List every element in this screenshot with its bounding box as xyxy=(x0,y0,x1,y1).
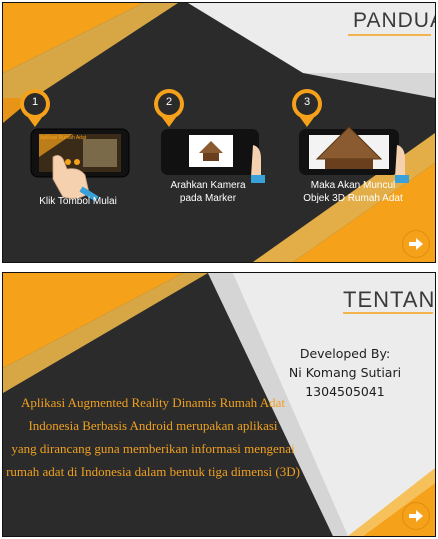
step-3: 3 xyxy=(287,87,417,187)
tentang-next-button[interactable] xyxy=(403,503,429,529)
description-line-4: rumah adat di Indonesia dalam bentuk tig… xyxy=(6,464,300,479)
description-line-2: Indonesia Berbasis Android merupakan apl… xyxy=(28,418,278,433)
panduan-panel: PANDUAN 1 Aplikasi Rumah Adat Klik Tombo… xyxy=(2,2,436,263)
tentang-title: TENTANG xyxy=(343,287,436,312)
step-3-number: 3 xyxy=(303,96,311,108)
step-3-label-line-2: Objek 3D Rumah Adat xyxy=(303,193,403,204)
arrow-right-icon xyxy=(409,238,423,250)
developer-heading: Developed By: xyxy=(299,346,391,361)
developer-name: Ni Komang Sutiari xyxy=(288,365,402,380)
step-1-label-line-1: Klik Tombol Mulai xyxy=(39,196,117,207)
description-line-3: yang dirancang guna memberikan informasi… xyxy=(11,441,295,456)
panduan-title: PANDUAN xyxy=(353,9,435,32)
arrow-right-icon xyxy=(409,510,423,522)
panduan-next-button[interactable] xyxy=(403,231,429,257)
step-2-label-line-1: Arahkan Kamera xyxy=(170,180,246,191)
step-2-number: 2 xyxy=(165,96,173,108)
step-3-label-line-1: Maka Akan Muncul xyxy=(310,180,396,191)
description-line-1: Aplikasi Augmented Reality Dinamis Rumah… xyxy=(21,395,285,410)
step-2-label: Arahkan Kamera pada Marker xyxy=(153,179,263,205)
step-2-label-line-2: pada Marker xyxy=(179,193,237,204)
step-3-label: Maka Akan Muncul Objek 3D Rumah Adat xyxy=(293,179,413,205)
step-1: 1 Aplikasi Rumah Adat xyxy=(13,87,133,207)
step-1-label: Klik Tombol Mulai xyxy=(23,195,133,208)
step-1-number: 1 xyxy=(31,96,39,108)
step-2: 2 xyxy=(149,87,269,187)
tentang-panel: TENTANG Developed By: Ni Komang Sutiari … xyxy=(2,272,436,537)
step-1-screen-text: Aplikasi Rumah Adat xyxy=(40,135,87,141)
